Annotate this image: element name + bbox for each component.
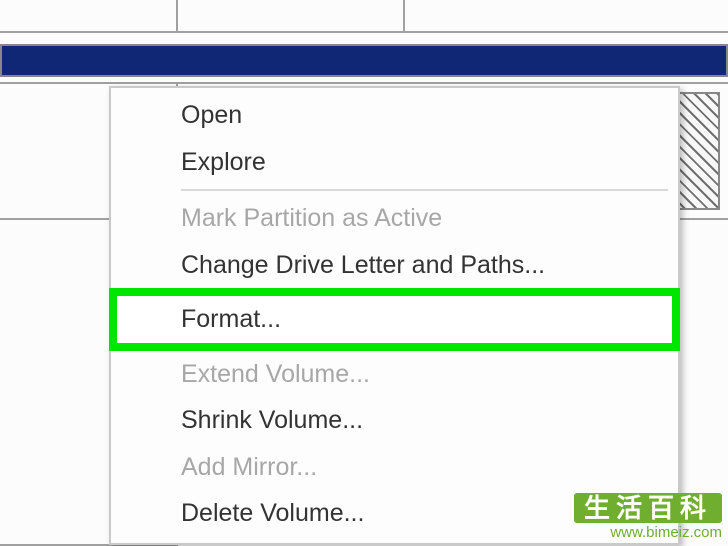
table-header-row xyxy=(0,0,728,33)
menu-item-explore[interactable]: Explore xyxy=(111,139,678,186)
watermark-url: www.bimeiz.com xyxy=(574,525,722,540)
menu-item-format[interactable]: Format... xyxy=(117,296,672,343)
menu-item-extend: Extend Volume... xyxy=(111,351,678,398)
table-header-cell xyxy=(178,0,405,33)
menu-item-open[interactable]: Open xyxy=(111,92,678,139)
menu-item-add-mirror: Add Mirror... xyxy=(111,444,678,491)
context-menu: Open Explore Mark Partition as Active Ch… xyxy=(109,86,680,545)
watermark-text: 生活百科 xyxy=(574,493,722,523)
menu-separator xyxy=(181,189,668,191)
table-header-cell xyxy=(0,0,178,33)
menu-item-mark-active: Mark Partition as Active xyxy=(111,195,678,242)
menu-item-change-letter[interactable]: Change Drive Letter and Paths... xyxy=(111,242,678,289)
menu-item-shrink[interactable]: Shrink Volume... xyxy=(111,397,678,444)
highlight-box: Format... xyxy=(109,288,680,351)
watermark: 生活百科 www.bimeiz.com xyxy=(574,493,722,540)
selected-disk-header[interactable] xyxy=(0,44,728,77)
table-header-cell xyxy=(405,0,728,33)
